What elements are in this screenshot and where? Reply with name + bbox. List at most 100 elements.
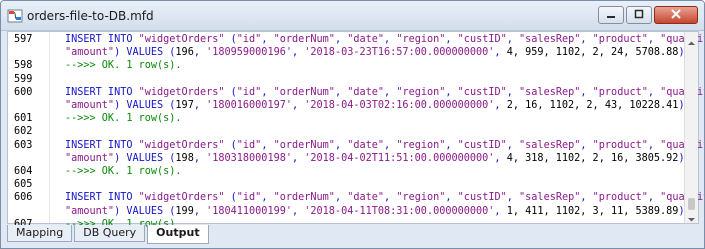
sql-keyword: ,	[291, 205, 305, 217]
sql-keyword: ,	[445, 192, 458, 204]
sql-number: 196	[175, 47, 194, 59]
sql-keyword: ,	[193, 205, 207, 217]
sql-keyword: ,	[506, 86, 520, 98]
sql-keyword: ,	[506, 192, 520, 204]
sql-keyword: ,	[261, 34, 274, 45]
sql-string: "custID"	[457, 34, 507, 45]
sql-keyword: ,	[291, 100, 305, 111]
scroll-up-arrow-icon[interactable]	[687, 35, 696, 45]
line-text: "amount") VALUES (198, '180318000198', '…	[65, 152, 685, 166]
sql-string: "region"	[396, 86, 446, 98]
sql-keyword: ,	[384, 192, 397, 204]
sql-keyword: ,	[334, 86, 348, 98]
sql-string: "salesRep"	[519, 192, 581, 204]
sql-keyword: ) VALUES (	[114, 100, 176, 111]
line-text: -->>> OK. 1 row(s).	[65, 165, 182, 179]
scroll-down-arrow-icon[interactable]	[687, 211, 696, 222]
output-line: 606 INSERT INTO "widgetOrders" ("id", "or…	[8, 191, 704, 205]
sql-string: "date"	[347, 139, 385, 151]
sql-string: "region"	[396, 139, 446, 151]
sql-string: "product"	[592, 192, 648, 204]
sql-string: "salesRep"	[519, 86, 581, 98]
sql-number: 1, 411, 1102, 3, 11, 5389.89	[506, 205, 679, 217]
line-number: 602	[14, 126, 33, 138]
sql-keyword: INSERT INTO	[65, 192, 139, 204]
sql-keyword: ,	[580, 34, 593, 45]
tab-db-query[interactable]: DB Query	[74, 225, 146, 242]
maximize-button[interactable]	[626, 6, 652, 24]
sql-string: '2018-03-23T16:57:00.000000000'	[304, 47, 495, 59]
sql-number: 199	[175, 205, 194, 217]
sql-string: "amount"	[65, 47, 115, 59]
sql-string: "widgetOrders"	[138, 86, 225, 98]
sql-keyword: ,	[580, 86, 593, 98]
sql-keyword: (	[224, 139, 237, 151]
sql-keyword: ,	[334, 192, 348, 204]
sql-string: "widgetOrders"	[138, 34, 225, 45]
output-line: 597 INSERT INTO "widgetOrders" ("id", "or…	[8, 33, 704, 47]
output-line: 600 INSERT INTO "widgetOrders" ("id", "or…	[8, 86, 704, 100]
line-text: "amount") VALUES (197, '180016000197', '…	[65, 99, 685, 113]
sql-string: "salesRep"	[519, 34, 581, 45]
minimize-button[interactable]	[598, 6, 624, 24]
output-text[interactable]: 597 INSERT INTO "widgetOrders" ("id", "or…	[8, 32, 704, 243]
line-text: -->>> OK. 1 row(s).	[65, 59, 182, 73]
mapping-file-icon	[7, 8, 23, 24]
line-number: 600	[14, 86, 33, 98]
output-line: "amount") VALUES (196, '180959000196', '…	[8, 46, 685, 60]
sql-keyword: ,	[580, 192, 593, 204]
result-message: -->>> OK. 1 row(s).	[65, 166, 182, 177]
sql-keyword: INSERT INTO	[65, 34, 139, 45]
sql-keyword: ,	[261, 139, 274, 151]
sql-string: "date"	[347, 86, 385, 98]
result-message: -->>> OK. 1 row(s).	[65, 113, 182, 125]
sql-keyword: ,	[494, 152, 507, 164]
tab-output[interactable]: Output	[147, 225, 209, 244]
sql-keyword: ,	[494, 205, 507, 217]
sql-keyword: ,	[445, 139, 458, 151]
sql-string: "id"	[236, 34, 262, 45]
sql-string: "id"	[236, 86, 262, 98]
vertical-scrollbar[interactable]	[684, 32, 698, 223]
result-message: -->>> OK. 1 row(s).	[65, 60, 182, 72]
sql-keyword: ,	[261, 192, 274, 204]
view-tabs: Mapping DB Query Output	[7, 225, 211, 245]
sql-keyword: ,	[261, 86, 274, 98]
title-bar[interactable]: orders-file-to-DB.mfd	[1, 1, 704, 31]
sql-keyword: ,	[494, 47, 507, 59]
scrollbar-thumb[interactable]	[688, 198, 695, 210]
sql-string: '180959000196'	[206, 47, 292, 59]
sql-string: "region"	[396, 192, 446, 204]
output-panel[interactable]: 597 INSERT INTO "widgetOrders" ("id", "or…	[7, 31, 704, 243]
sql-keyword: ,	[384, 86, 397, 98]
sql-keyword: ,	[445, 34, 458, 45]
sql-string: "id"	[236, 192, 262, 204]
sql-keyword: ,	[334, 34, 348, 45]
sql-string: "date"	[347, 192, 385, 204]
line-text: INSERT INTO "widgetOrders" ("id", "order…	[65, 191, 704, 205]
sql-keyword: ,	[291, 47, 305, 59]
sql-string: "amount"	[65, 205, 115, 217]
sql-string: "quantity"	[660, 86, 704, 98]
sql-keyword: ,	[506, 34, 520, 45]
output-line: 604 -->>> OK. 1 row(s).	[8, 165, 685, 179]
sql-keyword: ,	[334, 139, 348, 151]
tab-mapping[interactable]: Mapping	[7, 225, 73, 242]
sql-string: "amount"	[65, 152, 115, 164]
line-text: "amount") VALUES (196, '180959000196', '…	[65, 46, 685, 60]
close-button[interactable]	[654, 6, 698, 24]
sql-string: "custID"	[457, 86, 507, 98]
output-line-empty: 605	[8, 178, 685, 192]
sql-string: "orderNum"	[273, 139, 335, 151]
line-text: -->>> OK. 1 row(s).	[65, 112, 182, 126]
output-line: 598 -->>> OK. 1 row(s).	[8, 59, 685, 73]
sql-string: "orderNum"	[273, 34, 335, 45]
maximize-icon	[634, 6, 644, 24]
sql-keyword: INSERT INTO	[65, 139, 139, 151]
sql-string: "product"	[592, 86, 648, 98]
sql-string: "region"	[396, 34, 446, 45]
sql-keyword: ,	[384, 34, 397, 45]
output-line: 603 INSERT INTO "widgetOrders" ("id", "or…	[8, 139, 704, 153]
close-icon	[670, 6, 682, 24]
sql-keyword: ,	[193, 47, 207, 59]
